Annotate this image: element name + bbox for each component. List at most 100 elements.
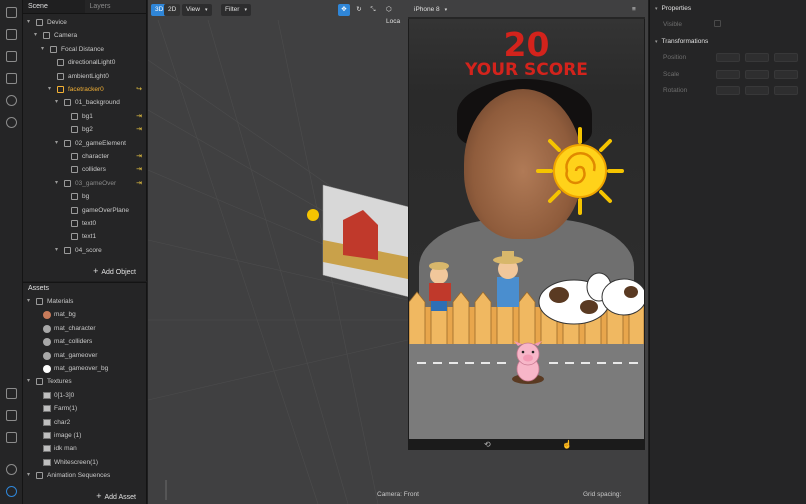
tree-item[interactable]: text1	[23, 230, 147, 243]
asset-item[interactable]: 0[1-3]0	[23, 389, 147, 402]
tree-item-label: text1	[82, 233, 97, 241]
simulator-screen[interactable]: 20 YOUR SCORE	[409, 19, 644, 439]
camera-icon[interactable]	[6, 29, 17, 40]
chevron-down-icon[interactable]: ▾	[55, 177, 62, 190]
filter-dropdown[interactable]: Filter ▾	[221, 4, 251, 16]
asset-item[interactable]: mat_colliders	[23, 335, 147, 348]
asset-item-label: idk man	[54, 445, 77, 453]
road-dash	[449, 362, 458, 364]
asset-item[interactable]: image (1)	[23, 429, 147, 442]
tree-item[interactable]: bg1 ⇥	[23, 110, 147, 123]
asset-item[interactable]: char2	[23, 416, 147, 429]
tree-item[interactable]: ▾ 02_gameElement	[23, 137, 147, 150]
material-icon	[43, 324, 51, 333]
transform-input[interactable]	[774, 86, 798, 95]
add-object-button[interactable]: + Add Object	[93, 266, 136, 276]
view-dropdown[interactable]: View ▾	[182, 4, 212, 16]
refresh-icon[interactable]	[6, 95, 17, 106]
transform-input[interactable]	[745, 86, 769, 95]
tab-scene[interactable]: Scene	[23, 0, 85, 13]
tree-item-label: character	[82, 153, 110, 160]
chevron-down-icon[interactable]: ▾	[55, 244, 62, 257]
transform-input[interactable]	[745, 53, 769, 62]
bug-icon[interactable]	[6, 464, 17, 475]
tree-item[interactable]: gameOverPlane	[23, 204, 147, 217]
play-icon[interactable]	[6, 388, 17, 399]
folder-icon	[36, 472, 43, 480]
tree-item[interactable]: colliders ⇥	[23, 163, 147, 176]
viewport[interactable]: 3D 2D View ▾ Filter ▾ ✥ ↻ ⤡ ⬡ Loca iPhone …	[148, 0, 648, 504]
scale-tool-icon[interactable]: ⤡	[367, 4, 379, 16]
chevron-down-icon[interactable]: ▾	[55, 96, 62, 109]
notifications-icon[interactable]	[6, 486, 17, 497]
device-icon	[36, 19, 43, 26]
chevron-down-icon[interactable]: ▾	[27, 375, 34, 388]
chevron-down-icon[interactable]: ▾	[41, 43, 48, 56]
tree-item-label: bg1	[82, 112, 93, 120]
tree-item[interactable]: ▾ 03_gameOver ⇥	[23, 177, 147, 190]
tree-item[interactable]: bg2 ⇥	[23, 123, 147, 136]
chevron-down-icon[interactable]: ▾	[55, 137, 62, 150]
asset-group[interactable]: ▾ Materials	[23, 295, 147, 308]
tree-item[interactable]: character ⇥	[23, 150, 147, 163]
mode-2d-button[interactable]: 2D	[164, 4, 181, 16]
tab-layers[interactable]: Layers	[84, 0, 146, 13]
tree-item[interactable]: ▾ Camera	[23, 29, 147, 42]
patch-editor-icon[interactable]	[6, 73, 17, 84]
light-icon	[57, 59, 64, 67]
move-tool-icon[interactable]: ✥	[338, 4, 350, 16]
asset-item[interactable]: mat_gameover	[23, 349, 147, 362]
tree-item[interactable]: text0	[23, 217, 147, 230]
filter-label: Filter	[225, 6, 240, 13]
road-dash	[433, 362, 442, 364]
menu-icon[interactable]: ≡	[632, 4, 636, 16]
material-icon	[43, 338, 51, 347]
transform-label: Scale	[663, 70, 680, 78]
properties-header[interactable]: ▾ Properties	[655, 5, 691, 12]
device-dropdown[interactable]: iPhone 8 ▾	[410, 4, 451, 16]
transform-input[interactable]	[745, 69, 769, 79]
asset-group[interactable]: ▾ Textures	[23, 375, 147, 388]
device-label: iPhone 8	[414, 6, 440, 13]
local-toggle[interactable]: ⬡ Loca	[382, 4, 410, 25]
tree-item[interactable]: ▾ 01_background	[23, 96, 147, 109]
scene-view-icon[interactable]	[6, 7, 17, 18]
layers-icon[interactable]	[6, 51, 17, 62]
chevron-down-icon[interactable]: ▾	[48, 83, 55, 96]
asset-item[interactable]: mat_gameover_bg	[23, 362, 147, 375]
tree-item[interactable]: ▾ Focal Distance	[23, 43, 147, 56]
asset-item[interactable]: mat_character	[23, 322, 147, 335]
chevron-down-icon[interactable]: ▾	[27, 295, 34, 308]
tree-item[interactable]: directionalLight0	[23, 56, 147, 69]
search-icon[interactable]	[6, 117, 17, 128]
chevron-down-icon[interactable]: ▾	[34, 29, 41, 42]
chevron-down-icon[interactable]: ▾	[27, 16, 34, 29]
chevron-down-icon[interactable]: ▾	[27, 469, 34, 482]
transform-input[interactable]	[774, 69, 798, 79]
transform-input[interactable]	[716, 69, 740, 79]
asset-item[interactable]: idk man	[23, 442, 147, 455]
export-icon[interactable]	[6, 432, 17, 443]
transform-input[interactable]	[774, 53, 798, 62]
asset-group-label: Animation Sequences	[47, 472, 111, 480]
asset-item[interactable]: Farm(1)	[23, 402, 147, 415]
asset-item[interactable]: Whitescreen(1)	[23, 456, 147, 469]
visible-checkbox[interactable]	[714, 20, 721, 27]
rotate-tool-icon[interactable]: ↻	[353, 4, 365, 16]
tree-item[interactable]: ▾ Device	[23, 16, 147, 29]
tree-item[interactable]: ambientLight0	[23, 70, 147, 83]
tree-item-label: 03_gameOver	[75, 179, 117, 187]
tree-item[interactable]: ▾ facetracker0 ↪	[23, 83, 147, 96]
tree-item[interactable]: bg	[23, 190, 147, 203]
add-asset-button[interactable]: + Add Asset	[96, 491, 136, 501]
transform-input[interactable]	[716, 86, 740, 95]
asset-group[interactable]: ▾ Animation Sequences	[23, 469, 147, 482]
asset-item[interactable]: mat_bg	[23, 308, 147, 321]
transform-input[interactable]	[716, 53, 740, 62]
switch-camera-icon[interactable]: ⟲	[484, 440, 491, 449]
touch-gesture-icon[interactable]: ☝	[562, 440, 572, 449]
eye-icon	[71, 206, 78, 214]
send-to-device-icon[interactable]	[6, 410, 17, 421]
transformations-header[interactable]: ▾ Transformations	[655, 38, 708, 45]
tree-item[interactable]: ▾ 04_score	[23, 244, 147, 257]
